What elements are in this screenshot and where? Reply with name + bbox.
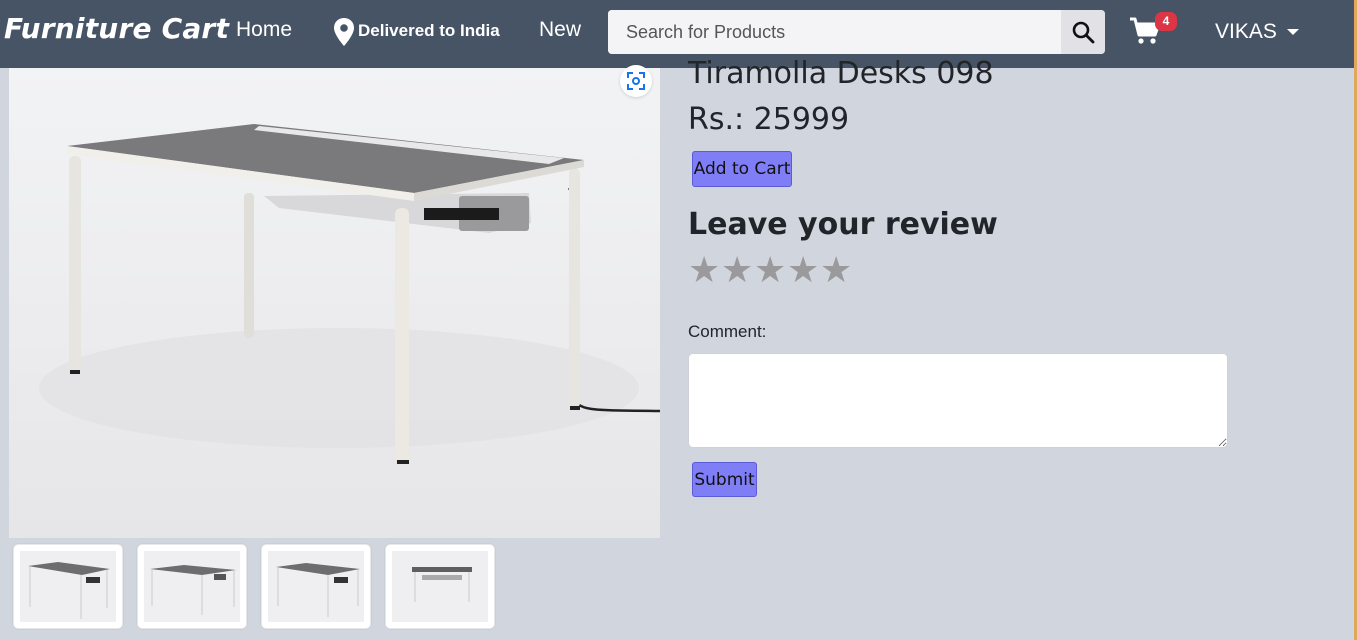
add-to-cart-button[interactable]: Add to Cart	[692, 151, 792, 187]
brand-logo[interactable]: Furniture Cart	[4, 12, 229, 45]
search-input[interactable]	[608, 10, 1061, 54]
star-icon-3[interactable]: ★	[754, 252, 787, 288]
review-heading: Leave your review	[688, 207, 998, 242]
user-name: VIKAS	[1215, 20, 1277, 43]
cart-count-badge: 4	[1155, 12, 1177, 31]
visual-search-button[interactable]	[620, 65, 652, 97]
comment-label: Comment:	[688, 322, 767, 341]
comment-textarea[interactable]	[688, 353, 1228, 448]
delivery-text: Delivered to India	[358, 21, 500, 40]
search-icon	[1072, 21, 1095, 44]
scan-icon	[627, 72, 645, 90]
location-pin-icon	[334, 18, 354, 46]
product-title: Tiramolla Desks 098	[688, 56, 994, 91]
star-icon-1[interactable]: ★	[688, 252, 721, 288]
thumbnail-1[interactable]	[13, 544, 123, 629]
thumbnail-4[interactable]	[385, 544, 495, 629]
product-main-image	[9, 68, 660, 538]
star-icon-5[interactable]: ★	[820, 252, 853, 288]
chevron-down-icon	[1286, 29, 1299, 35]
star-rating: ★ ★ ★ ★ ★	[688, 252, 853, 288]
user-menu[interactable]: VIKAS	[1215, 20, 1299, 44]
delivery-location[interactable]: Delivered to India	[333, 17, 500, 47]
nav-home-link[interactable]: Home	[236, 18, 292, 42]
thumbnail-strip	[13, 544, 509, 629]
desk-illustration	[39, 124, 660, 464]
thumbnail-2[interactable]	[137, 544, 247, 629]
thumbnail-3[interactable]	[261, 544, 371, 629]
submit-button[interactable]: Submit	[692, 462, 757, 497]
product-price: Rs.: 25999	[688, 102, 850, 137]
star-icon-4[interactable]: ★	[787, 252, 820, 288]
star-icon-2[interactable]: ★	[721, 252, 754, 288]
search-button[interactable]	[1061, 10, 1105, 54]
search-bar	[608, 10, 1105, 54]
nav-new-link[interactable]: New	[539, 18, 581, 42]
navbar: Furniture Cart Home Delivered to India N…	[0, 0, 1354, 68]
